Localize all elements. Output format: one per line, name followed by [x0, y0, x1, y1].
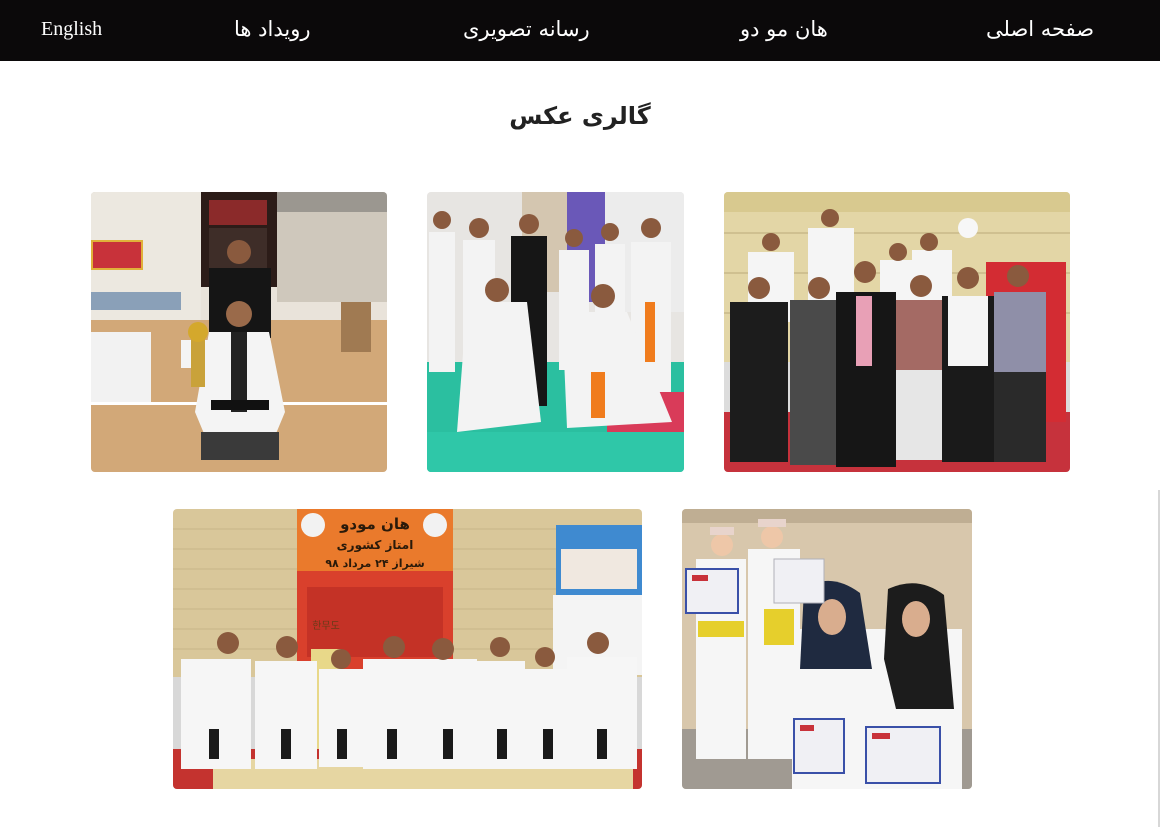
team-officials-photo-image: [724, 192, 1070, 472]
banner-hangul-text: 한무도: [312, 620, 340, 632]
nav-link-events[interactable]: رویداد ها: [234, 14, 310, 44]
nav-link-media[interactable]: رسانه تصویری: [463, 14, 590, 44]
banner-hanmudo-text: هان مودو: [339, 515, 410, 533]
top-navbar: English رویداد ها رسانه تصویری هان مو دو…: [0, 0, 1160, 61]
lineup-banner-photo-image: هان مودو امتاز کشوری شیراز ۲۴ مرداد ۹۸ 한…: [173, 509, 642, 789]
gallery-photo-trophy[interactable]: [91, 192, 387, 472]
nav-link-english[interactable]: English: [41, 14, 102, 44]
banner-exam-text: امتاز کشوری: [337, 538, 414, 553]
page-title: گالری عکس: [509, 102, 651, 130]
nav-link-home[interactable]: صفحه اصلی: [986, 14, 1094, 44]
certificates-photo-image: [682, 509, 972, 789]
nav-link-hanmudo[interactable]: هان مو دو: [740, 14, 828, 44]
gallery-photo-team-officials[interactable]: [724, 192, 1070, 472]
group-mats-photo-image: [427, 192, 684, 472]
banner-location-text: شیراز ۲۴ مرداد ۹۸: [325, 557, 424, 570]
gallery-photo-group-mats[interactable]: [427, 192, 684, 472]
trophy-photo-image: [91, 192, 387, 472]
gallery-photo-lineup-banner[interactable]: هان مودو امتاز کشوری شیراز ۲۴ مرداد ۹۸ 한…: [173, 509, 642, 789]
gallery-photo-certificates[interactable]: [682, 509, 972, 789]
